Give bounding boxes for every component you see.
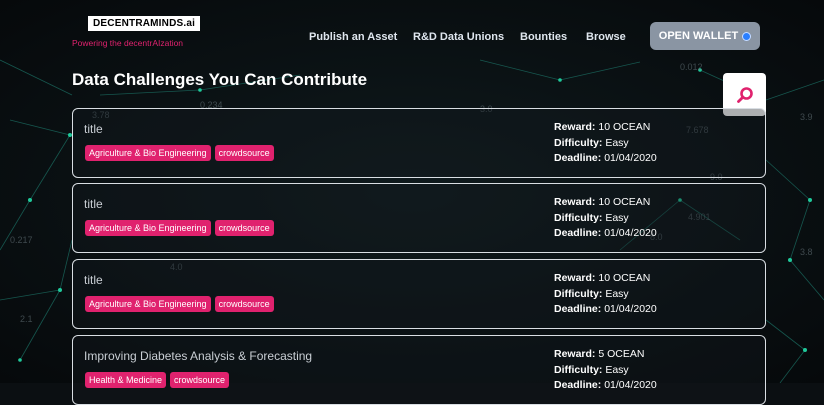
challenge-tags: Health & Medicine crowdsource bbox=[85, 372, 230, 388]
open-wallet-label: OPEN WALLET bbox=[658, 30, 739, 42]
deadline-value: 01/04/2020 bbox=[604, 152, 657, 164]
reward-value: 10 OCEAN bbox=[598, 272, 651, 284]
challenge-card[interactable]: title Agriculture & Bio Engineering crow… bbox=[72, 183, 766, 253]
challenge-title: title bbox=[84, 273, 103, 287]
deadline-value: 01/04/2020 bbox=[604, 227, 657, 239]
difficulty-label: Difficulty: bbox=[554, 287, 603, 300]
reward-label: Reward: bbox=[554, 196, 596, 208]
challenge-card[interactable]: title Agriculture & Bio Engineering crow… bbox=[72, 259, 766, 329]
reward-label: Reward: bbox=[554, 272, 596, 284]
deadline-label: Deadline: bbox=[554, 152, 602, 164]
challenge-title: title bbox=[84, 197, 103, 211]
deadline-label: Deadline: bbox=[554, 379, 602, 391]
nav-publish-asset[interactable]: Publish an Asset bbox=[309, 31, 397, 43]
difficulty-value: Easy bbox=[605, 136, 629, 149]
bg-number: 0.012 bbox=[680, 62, 703, 72]
category-tag[interactable]: Agriculture & Bio Engineering bbox=[85, 145, 211, 161]
reward-label: Reward: bbox=[554, 121, 596, 133]
deadline-value: 01/04/2020 bbox=[604, 379, 657, 391]
bg-number: 3.9 bbox=[800, 112, 813, 122]
difficulty-label: Difficulty: bbox=[554, 211, 603, 224]
difficulty-label: Difficulty: bbox=[554, 136, 603, 149]
type-tag[interactable]: crowdsource bbox=[170, 372, 230, 388]
nav-rd-data-unions[interactable]: R&D Data Unions bbox=[413, 31, 504, 43]
deadline-label: Deadline: bbox=[554, 227, 602, 239]
difficulty-value: Easy bbox=[605, 211, 629, 224]
deadline-label: Deadline: bbox=[554, 303, 602, 315]
type-tag[interactable]: crowdsource bbox=[214, 296, 274, 312]
category-tag[interactable]: Agriculture & Bio Engineering bbox=[85, 296, 211, 312]
challenge-title: Improving Diabetes Analysis & Forecastin… bbox=[84, 349, 313, 363]
category-tag[interactable]: Health & Medicine bbox=[85, 372, 167, 388]
challenge-meta: Reward: 10 OCEAN Difficulty: Easy Deadli… bbox=[554, 195, 657, 242]
top-bar: DECENTRAMINDS.ai Powering the decentrAIz… bbox=[0, 0, 824, 60]
open-wallet-button[interactable]: OPEN WALLET bbox=[650, 22, 760, 50]
search-icon bbox=[736, 86, 753, 103]
page-title: Data Challenges You Can Contribute bbox=[72, 70, 368, 89]
tagline: Powering the decentrAIzation bbox=[72, 38, 184, 48]
challenge-meta: Reward: 10 OCEAN Difficulty: Easy Deadli… bbox=[554, 120, 657, 167]
reward-label: Reward: bbox=[554, 348, 596, 360]
challenge-title: title bbox=[84, 122, 103, 136]
challenge-card[interactable]: Improving Diabetes Analysis & Forecastin… bbox=[72, 335, 766, 405]
deadline-value: 01/04/2020 bbox=[604, 303, 657, 315]
reward-value: 10 OCEAN bbox=[598, 196, 651, 208]
nav-bounties[interactable]: Bounties bbox=[520, 31, 567, 43]
challenge-tags: Agriculture & Bio Engineering crowdsourc… bbox=[85, 145, 274, 161]
challenge-tags: Agriculture & Bio Engineering crowdsourc… bbox=[85, 296, 274, 312]
reward-value: 5 OCEAN bbox=[598, 348, 645, 360]
difficulty-value: Easy bbox=[605, 287, 629, 300]
bg-number: 2.1 bbox=[20, 314, 33, 324]
type-tag[interactable]: crowdsource bbox=[214, 145, 274, 161]
difficulty-value: Easy bbox=[605, 363, 629, 376]
bg-number: 3.8 bbox=[800, 247, 813, 257]
type-tag[interactable]: crowdsource bbox=[214, 220, 274, 236]
challenge-meta: Reward: 10 OCEAN Difficulty: Easy Deadli… bbox=[554, 271, 657, 318]
challenge-meta: Reward: 5 OCEAN Difficulty: Easy Deadlin… bbox=[554, 347, 657, 394]
logo[interactable]: DECENTRAMINDS.ai bbox=[88, 16, 201, 31]
reward-value: 10 OCEAN bbox=[598, 121, 651, 133]
difficulty-label: Difficulty: bbox=[554, 363, 603, 376]
challenge-card[interactable]: title Agriculture & Bio Engineering crow… bbox=[72, 108, 766, 178]
category-tag[interactable]: Agriculture & Bio Engineering bbox=[85, 220, 211, 236]
bg-number: 0.217 bbox=[10, 235, 33, 245]
challenge-tags: Agriculture & Bio Engineering crowdsourc… bbox=[85, 220, 274, 236]
wallet-status-icon bbox=[742, 31, 752, 41]
nav-browse[interactable]: Browse bbox=[586, 31, 626, 43]
